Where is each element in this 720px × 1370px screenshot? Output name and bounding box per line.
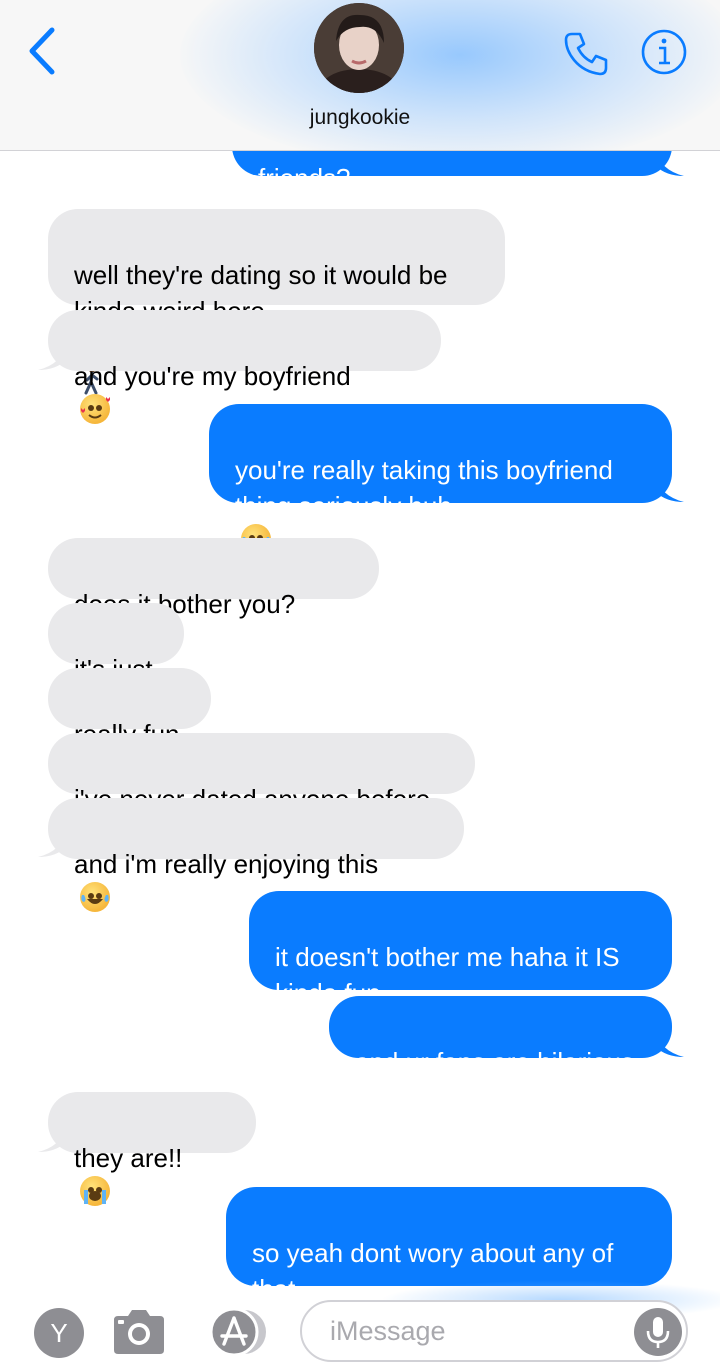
bubble-tail [38,344,66,370]
call-button[interactable] [562,28,612,78]
message-bubble-incoming[interactable]: i've never dated anyone before [48,733,475,814]
message-bubble-outgoing[interactable]: you're really taking this boyfriend thin… [209,404,672,554]
back-button[interactable] [22,26,62,76]
contact-name[interactable]: jungkookie [0,106,720,130]
message-bubble-incoming[interactable]: they are!! [48,1092,256,1206]
bubble-tail [38,831,66,857]
chevron-left-icon [29,27,55,75]
message-text: and ur fans are hilarious [355,1047,634,1077]
message-text: friends? [258,163,351,193]
message-text: you're really taking this boyfriend thin… [235,455,613,521]
avatar[interactable] [314,3,404,93]
conversation[interactable]: friends? well they're dating so it would… [0,0,720,1304]
conversation-header: jungkookie [0,0,720,151]
message-bubble-outgoing[interactable]: it doesn't bother me haha it IS kinda fu… [249,891,672,1008]
info-button[interactable] [640,28,688,76]
message-bubble-incoming[interactable]: well they're dating so it would be kinda… [48,209,505,395]
microphone-button[interactable] [634,1308,682,1356]
message-bubble-incoming[interactable]: and i'm really enjoying this [48,798,464,912]
microphone-icon [646,1317,670,1348]
tears-of-joy-emoji [80,882,110,912]
loudly-crying-face-emoji [80,1176,110,1206]
y-app-button[interactable]: Y [34,1308,84,1358]
message-bubble-outgoing[interactable]: so yeah dont wory about any of that [226,1187,672,1304]
imessage-input[interactable] [300,1300,688,1362]
camera-button[interactable] [110,1306,168,1358]
message-bubble-incoming[interactable]: really fun [48,668,211,749]
message-bubble-incoming[interactable]: does it bother you? [48,538,379,652]
app-store-button[interactable] [204,1306,270,1358]
smiling-face-with-hearts-emoji [80,394,110,424]
avatar-image [314,3,404,93]
message-text: and you're my boyfriend [74,361,351,391]
message-text: they are!! [74,1143,183,1173]
message-text: and i'm really enjoying this [74,849,379,879]
message-bubble-incoming[interactable]: it's just [48,603,184,684]
message-bubble-incoming[interactable]: and you're my boyfriend [48,310,441,424]
bubble-tail [656,1031,684,1057]
bubble-tail [656,476,684,502]
bubble-tail [38,1126,66,1152]
bubble-tail [656,150,684,176]
info-icon [641,29,687,75]
message-bubble-outgoing[interactable]: and ur fans are hilarious [329,996,672,1077]
camera-icon [114,1310,164,1354]
phone-icon [564,32,608,76]
app-store-icon [209,1307,266,1357]
